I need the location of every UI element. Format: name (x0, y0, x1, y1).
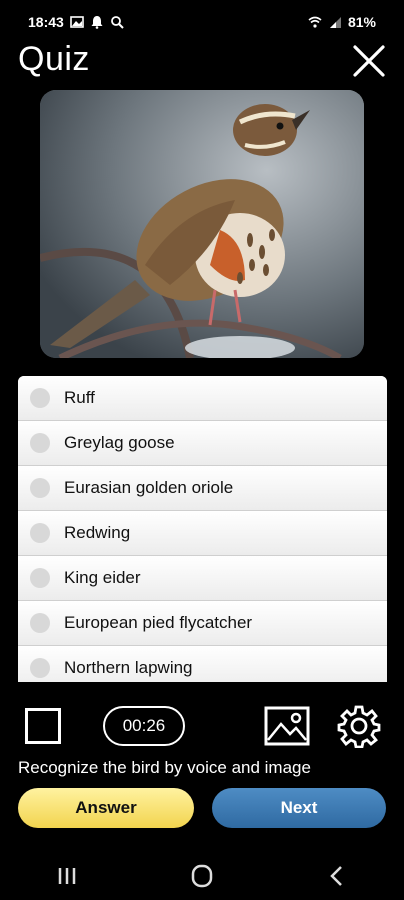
stop-button[interactable] (25, 708, 61, 744)
timer-value: 00:26 (122, 716, 166, 735)
answer-button[interactable]: Answer (18, 788, 194, 828)
wifi-icon (308, 16, 322, 28)
bell-notification-icon (91, 16, 103, 29)
bird-photo (40, 90, 364, 358)
answer-label: Northern lapwing (64, 658, 193, 677)
answer-label: King eider (64, 568, 141, 587)
system-nav-bar (0, 852, 404, 900)
gear-icon[interactable] (337, 704, 381, 748)
close-icon[interactable] (350, 42, 388, 80)
answer-list: Ruff Greylag goose Eurasian golden oriol… (18, 376, 387, 682)
answer-option[interactable]: Ruff (18, 376, 387, 421)
answer-label: Eurasian golden oriole (64, 478, 234, 497)
bird-illustration (40, 90, 364, 358)
next-button-label: Next (280, 798, 318, 817)
radio-button[interactable] (30, 478, 50, 498)
radio-button[interactable] (30, 568, 50, 588)
answer-label: Redwing (64, 523, 131, 542)
answer-option[interactable]: Northern lapwing (18, 646, 387, 682)
answer-button-label: Answer (75, 798, 137, 817)
status-bar: 18:43 81% (0, 0, 404, 44)
recent-apps-icon[interactable] (47, 862, 87, 890)
battery-level: 81% (347, 14, 376, 30)
status-right: 81% (308, 14, 376, 30)
answer-option[interactable]: Eurasian golden oriole (18, 466, 387, 511)
radio-button[interactable] (30, 658, 50, 678)
answer-option[interactable]: Greylag goose (18, 421, 387, 466)
radio-button[interactable] (30, 433, 50, 453)
status-left: 18:43 (28, 14, 124, 30)
signal-icon (329, 17, 341, 28)
search-notification-icon (110, 16, 124, 29)
timer-display: 00:26 (103, 706, 185, 746)
back-icon[interactable] (317, 862, 357, 890)
radio-button[interactable] (30, 388, 50, 408)
home-icon[interactable] (182, 862, 222, 890)
radio-button[interactable] (30, 523, 50, 543)
answer-label: Ruff (64, 388, 95, 407)
answer-label: European pied flycatcher (64, 613, 253, 632)
next-button[interactable]: Next (212, 788, 386, 828)
page-title: Quiz (18, 40, 90, 78)
status-time: 18:43 (28, 14, 64, 30)
answer-label: Greylag goose (64, 433, 175, 452)
answer-option[interactable]: Redwing (18, 511, 387, 556)
radio-button[interactable] (30, 613, 50, 633)
image-icon[interactable] (264, 706, 310, 746)
answer-option[interactable]: European pied flycatcher (18, 601, 387, 646)
answer-option[interactable]: King eider (18, 556, 387, 601)
hint-text: Recognize the bird by voice and image (18, 758, 311, 777)
gallery-notification-icon (70, 16, 84, 28)
